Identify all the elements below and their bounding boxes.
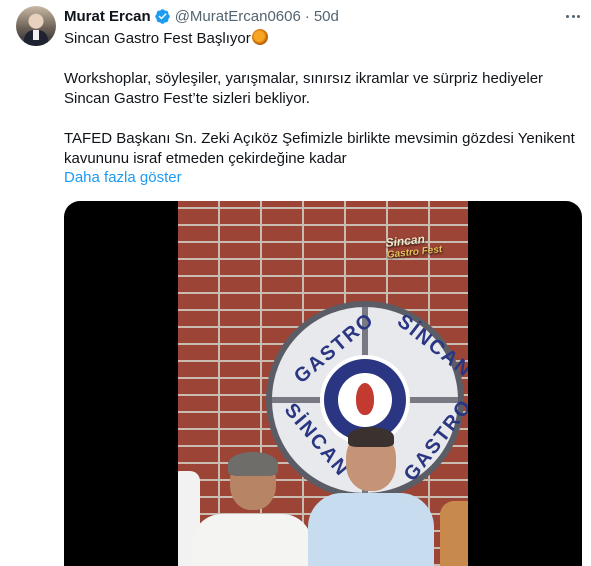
author-name[interactable]: Murat Ercan (64, 8, 151, 25)
tweet-timestamp[interactable]: 50d (314, 8, 339, 25)
gastro-fest-logo: Sincan Gastro Fest (384, 231, 443, 261)
person-chef (192, 452, 312, 566)
tweet-line-title: Sincan Gastro Fest Başlıyor (64, 30, 251, 47)
tweet[interactable]: Murat Ercan @MuratErcan0606 · 50d Sincan… (0, 0, 591, 566)
tweet-line: kavununu israf etmeden çekirdeğine kadar (64, 150, 347, 167)
author-avatar[interactable] (16, 6, 56, 46)
tweet-line: Workshoplar, söyleşiler, yarışmalar, sın… (64, 70, 544, 87)
more-options-button[interactable] (563, 6, 583, 26)
separator-dot: · (304, 7, 310, 25)
avatar-shirt (33, 30, 39, 40)
person-blue-shirt (308, 427, 434, 566)
show-more-link[interactable]: Daha fazla göster (64, 169, 182, 186)
tweet-line: Sincan Gastro Fest’te sizleri bekliyor. (64, 90, 310, 107)
sign-word: SİNCAN (392, 310, 468, 383)
cooking-pan-emoji-icon (251, 29, 268, 45)
author-handle[interactable]: @MuratErcan0606 (175, 8, 301, 25)
more-horizontal-icon (565, 14, 569, 18)
tweet-line: TAFED Başkanı Sn. Zeki Açıköz Şefimizle … (64, 130, 575, 147)
person-right-edge (440, 501, 468, 566)
video-frame: Sincan Gastro Fest GASTRO SİNCAN SİNCAN … (178, 201, 468, 566)
verified-badge-icon[interactable] (154, 8, 171, 25)
tweet-text: Sincan Gastro Fest Başlıyor Workshoplar,… (64, 29, 584, 169)
tweet-video[interactable]: Sincan Gastro Fest GASTRO SİNCAN SİNCAN … (64, 201, 582, 566)
tweet-header: Murat Ercan @MuratErcan0606 · 50d (64, 7, 339, 25)
